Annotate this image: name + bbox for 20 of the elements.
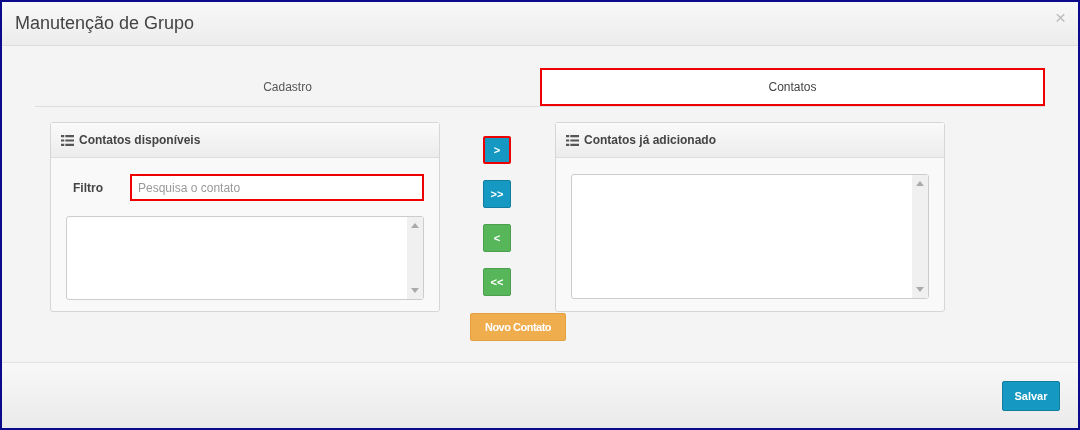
scrollbar[interactable] (912, 175, 928, 298)
search-field[interactable]: Pesquisa o contato (130, 174, 424, 201)
contact-list[interactable] (66, 216, 424, 300)
move-button[interactable]: >> (483, 180, 511, 208)
tab[interactable]: Cadastro (35, 68, 540, 106)
window-title: Manutenção de Grupo (15, 13, 195, 34)
save-button[interactable]: Salvar (1002, 380, 1060, 411)
new-contact-button[interactable]: Novo Contato (470, 313, 566, 341)
filter-label: Filtro (72, 180, 104, 195)
contact-list[interactable] (571, 174, 929, 299)
close-button[interactable]: × (1054, 6, 1066, 29)
panel-title: Contatos disponíveis (79, 133, 201, 147)
list-icon (566, 134, 579, 146)
tab[interactable]: Contatos (540, 68, 1045, 106)
panel-title: Contatos já adicionado (584, 133, 716, 147)
list-icon (61, 134, 74, 146)
move-button[interactable]: << (483, 268, 511, 296)
scrollbar[interactable] (407, 217, 423, 299)
move-button[interactable]: < (483, 224, 511, 252)
move-button[interactable]: > (483, 136, 511, 164)
